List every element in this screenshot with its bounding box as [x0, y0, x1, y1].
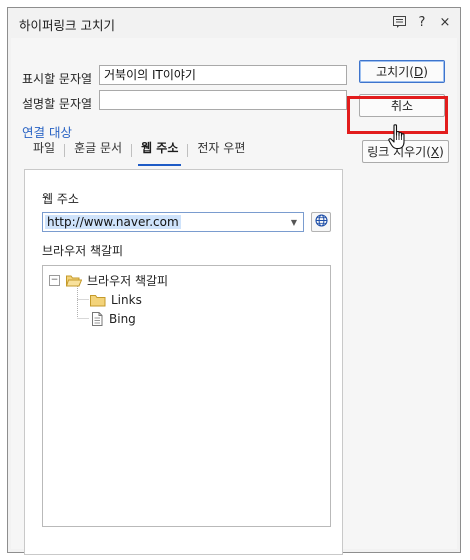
globe-icon [314, 214, 328, 230]
url-label: 웹 주소 [42, 192, 79, 206]
tree-root-row[interactable]: − 브라우저 책갈피 [49, 271, 168, 289]
bookmarks-label: 브라우저 책갈피 [42, 244, 124, 258]
folder-icon [90, 294, 106, 307]
web-address-panel: 웹 주소 http://www.naver.com ▼ 브라우저 책갈피 − 브… [24, 169, 343, 555]
url-value: http://www.naver.com [45, 215, 181, 229]
tab-web-address[interactable]: 웹 주소 [132, 139, 187, 166]
tree-item-label: Links [111, 293, 142, 307]
tab-hangul-document[interactable]: 훈글 문서 [65, 139, 131, 161]
tree-item-bing[interactable]: Bing [90, 310, 136, 328]
link-target-tabs: 파일 훈글 문서 웹 주소 전자 우편 [24, 139, 254, 166]
collapse-toggle-icon[interactable]: − [49, 274, 60, 286]
document-icon [90, 312, 104, 326]
tree-root-label: 브라우저 책갈피 [87, 273, 169, 288]
open-folder-icon [66, 274, 82, 287]
display-text-input[interactable]: 거북이의 IT이야기 [99, 65, 347, 85]
tab-file[interactable]: 파일 [24, 139, 64, 161]
memo-icon[interactable] [392, 14, 406, 30]
description-label: 설명할 문자열 [22, 97, 93, 111]
browse-web-button[interactable] [311, 212, 331, 232]
tree-item-label: Bing [109, 312, 136, 326]
title-bar-controls: ? × [392, 14, 452, 30]
apply-edit-button[interactable]: 고치기(D) [359, 60, 445, 83]
apply-edit-label: 고치기(D) [376, 65, 428, 79]
dialog-title: 하이퍼링크 고치기 [19, 18, 115, 33]
tab-email[interactable]: 전자 우편 [188, 139, 254, 161]
hand-cursor-icon [388, 124, 408, 153]
tree-item-links[interactable]: Links [90, 291, 142, 309]
help-icon[interactable]: ? [415, 14, 429, 30]
display-text-label: 표시할 문자열 [22, 72, 93, 86]
chevron-down-icon[interactable]: ▼ [287, 214, 301, 230]
close-icon[interactable]: × [438, 14, 452, 30]
hyperlink-dialog: 하이퍼링크 고치기 ? × 표시할 문자열 거북이의 IT이야기 설명할 문자열… [7, 7, 461, 555]
url-combobox[interactable]: http://www.naver.com ▼ [42, 212, 304, 232]
description-input[interactable] [99, 90, 347, 110]
bookmarks-tree: − 브라우저 책갈피 Links Bing [42, 265, 331, 527]
title-bar: 하이퍼링크 고치기 ? × [8, 8, 460, 37]
